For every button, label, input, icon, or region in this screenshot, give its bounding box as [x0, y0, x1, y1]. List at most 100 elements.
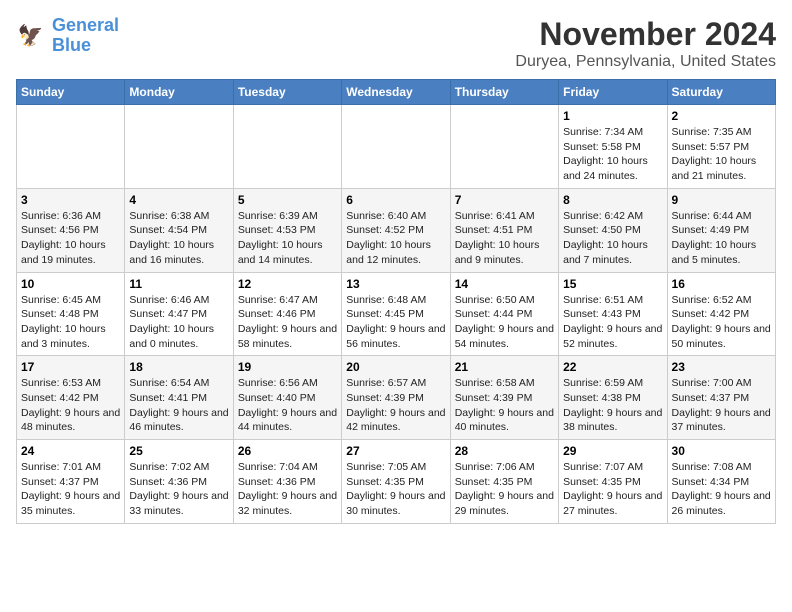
weekday-header-row: SundayMondayTuesdayWednesdayThursdayFrid… [17, 80, 776, 105]
day-info: Sunrise: 6:53 AM Sunset: 4:42 PM Dayligh… [21, 376, 120, 435]
day-info: Sunrise: 6:45 AM Sunset: 4:48 PM Dayligh… [21, 293, 120, 352]
weekday-saturday: Saturday [667, 80, 775, 105]
calendar-cell: 15Sunrise: 6:51 AM Sunset: 4:43 PM Dayli… [559, 272, 667, 356]
header: 🦅 General Blue November 2024 Duryea, Pen… [16, 16, 776, 71]
calendar-body: 1 Sunrise: 7:34 AM Sunset: 5:58 PM Daylig… [17, 105, 776, 524]
calendar-cell: 22Sunrise: 6:59 AM Sunset: 4:38 PM Dayli… [559, 356, 667, 440]
day-number: 3 [21, 193, 120, 207]
calendar-cell: 16 Sunrise: 6:52 AM Sunset: 4:42 PM Dayli… [667, 272, 775, 356]
day-number: 15 [563, 277, 662, 291]
logo: 🦅 General Blue [16, 16, 119, 56]
calendar-cell: 23 Sunrise: 7:00 AM Sunset: 4:37 PM Dayli… [667, 356, 775, 440]
calendar-cell: 9 Sunrise: 6:44 AM Sunset: 4:49 PM Daylig… [667, 188, 775, 272]
calendar-cell: 25 Sunrise: 7:02 AM Sunset: 4:36 PM Dayli… [125, 440, 233, 524]
title-area: November 2024 Duryea, Pennsylvania, Unit… [515, 16, 776, 71]
calendar-cell: 2 Sunrise: 7:35 AM Sunset: 5:57 PM Daylig… [667, 105, 775, 189]
calendar-cell: 1 Sunrise: 7:34 AM Sunset: 5:58 PM Daylig… [559, 105, 667, 189]
calendar: SundayMondayTuesdayWednesdayThursdayFrid… [16, 79, 776, 524]
calendar-cell: 27 Sunrise: 7:05 AM Sunset: 4:35 PM Dayli… [342, 440, 450, 524]
calendar-cell: 21Sunrise: 6:58 AM Sunset: 4:39 PM Dayli… [450, 356, 558, 440]
calendar-cell [125, 105, 233, 189]
day-number: 6 [346, 193, 445, 207]
day-number: 24 [21, 444, 120, 458]
day-info: Sunrise: 6:44 AM Sunset: 4:49 PM Dayligh… [672, 209, 771, 268]
day-number: 29 [563, 444, 662, 458]
day-info: Sunrise: 7:35 AM Sunset: 5:57 PM Dayligh… [672, 125, 771, 184]
day-number: 13 [346, 277, 445, 291]
day-info: Sunrise: 6:52 AM Sunset: 4:42 PM Dayligh… [672, 293, 771, 352]
calendar-cell: 30Sunrise: 7:08 AM Sunset: 4:34 PM Dayli… [667, 440, 775, 524]
calendar-cell: 6 Sunrise: 6:40 AM Sunset: 4:52 PM Daylig… [342, 188, 450, 272]
logo-bird-icon: 🦅 [16, 20, 48, 52]
day-info: Sunrise: 7:04 AM Sunset: 4:36 PM Dayligh… [238, 460, 337, 519]
day-number: 11 [129, 277, 228, 291]
calendar-cell: 26 Sunrise: 7:04 AM Sunset: 4:36 PM Dayli… [233, 440, 341, 524]
day-number: 19 [238, 360, 337, 374]
calendar-cell [233, 105, 341, 189]
day-info: Sunrise: 7:06 AM Sunset: 4:35 PM Dayligh… [455, 460, 554, 519]
calendar-cell: 19 Sunrise: 6:56 AM Sunset: 4:40 PM Dayli… [233, 356, 341, 440]
day-number: 10 [21, 277, 120, 291]
calendar-cell: 18Sunrise: 6:54 AM Sunset: 4:41 PM Dayli… [125, 356, 233, 440]
day-info: Sunrise: 6:59 AM Sunset: 4:38 PM Dayligh… [563, 376, 662, 435]
day-number: 26 [238, 444, 337, 458]
day-number: 2 [672, 109, 771, 123]
calendar-cell: 29 Sunrise: 7:07 AM Sunset: 4:35 PM Dayli… [559, 440, 667, 524]
day-number: 20 [346, 360, 445, 374]
calendar-cell: 17 Sunrise: 6:53 AM Sunset: 4:42 PM Dayli… [17, 356, 125, 440]
day-info: Sunrise: 6:38 AM Sunset: 4:54 PM Dayligh… [129, 209, 228, 268]
day-info: Sunrise: 7:02 AM Sunset: 4:36 PM Dayligh… [129, 460, 228, 519]
week-row-4: 17 Sunrise: 6:53 AM Sunset: 4:42 PM Dayli… [17, 356, 776, 440]
weekday-friday: Friday [559, 80, 667, 105]
day-number: 1 [563, 109, 662, 123]
day-info: Sunrise: 7:07 AM Sunset: 4:35 PM Dayligh… [563, 460, 662, 519]
calendar-cell: 7Sunrise: 6:41 AM Sunset: 4:51 PM Daylig… [450, 188, 558, 272]
calendar-cell: 14Sunrise: 6:50 AM Sunset: 4:44 PM Dayli… [450, 272, 558, 356]
calendar-cell [17, 105, 125, 189]
day-number: 9 [672, 193, 771, 207]
day-number: 25 [129, 444, 228, 458]
calendar-cell: 24 Sunrise: 7:01 AM Sunset: 4:37 PM Dayli… [17, 440, 125, 524]
calendar-cell: 20 Sunrise: 6:57 AM Sunset: 4:39 PM Dayli… [342, 356, 450, 440]
weekday-tuesday: Tuesday [233, 80, 341, 105]
day-info: Sunrise: 6:57 AM Sunset: 4:39 PM Dayligh… [346, 376, 445, 435]
day-info: Sunrise: 6:39 AM Sunset: 4:53 PM Dayligh… [238, 209, 337, 268]
calendar-cell: 13 Sunrise: 6:48 AM Sunset: 4:45 PM Dayli… [342, 272, 450, 356]
weekday-sunday: Sunday [17, 80, 125, 105]
day-info: Sunrise: 6:40 AM Sunset: 4:52 PM Dayligh… [346, 209, 445, 268]
day-info: Sunrise: 7:00 AM Sunset: 4:37 PM Dayligh… [672, 376, 771, 435]
calendar-cell: 10 Sunrise: 6:45 AM Sunset: 4:48 PM Dayli… [17, 272, 125, 356]
day-info: Sunrise: 6:46 AM Sunset: 4:47 PM Dayligh… [129, 293, 228, 352]
day-info: Sunrise: 6:54 AM Sunset: 4:41 PM Dayligh… [129, 376, 228, 435]
month-title: November 2024 [515, 16, 776, 53]
day-info: Sunrise: 6:42 AM Sunset: 4:50 PM Dayligh… [563, 209, 662, 268]
day-info: Sunrise: 7:34 AM Sunset: 5:58 PM Dayligh… [563, 125, 662, 184]
day-number: 8 [563, 193, 662, 207]
day-info: Sunrise: 7:05 AM Sunset: 4:35 PM Dayligh… [346, 460, 445, 519]
calendar-cell [450, 105, 558, 189]
weekday-monday: Monday [125, 80, 233, 105]
calendar-cell: 12 Sunrise: 6:47 AM Sunset: 4:46 PM Dayli… [233, 272, 341, 356]
day-number: 12 [238, 277, 337, 291]
day-number: 16 [672, 277, 771, 291]
day-info: Sunrise: 6:48 AM Sunset: 4:45 PM Dayligh… [346, 293, 445, 352]
day-number: 14 [455, 277, 554, 291]
day-number: 30 [672, 444, 771, 458]
week-row-5: 24 Sunrise: 7:01 AM Sunset: 4:37 PM Dayli… [17, 440, 776, 524]
week-row-1: 1 Sunrise: 7:34 AM Sunset: 5:58 PM Daylig… [17, 105, 776, 189]
day-info: Sunrise: 7:01 AM Sunset: 4:37 PM Dayligh… [21, 460, 120, 519]
logo-line1: General [52, 15, 119, 35]
calendar-cell: 28Sunrise: 7:06 AM Sunset: 4:35 PM Dayli… [450, 440, 558, 524]
calendar-cell: 4Sunrise: 6:38 AM Sunset: 4:54 PM Daylig… [125, 188, 233, 272]
day-info: Sunrise: 6:47 AM Sunset: 4:46 PM Dayligh… [238, 293, 337, 352]
day-info: Sunrise: 6:56 AM Sunset: 4:40 PM Dayligh… [238, 376, 337, 435]
day-number: 17 [21, 360, 120, 374]
calendar-header: SundayMondayTuesdayWednesdayThursdayFrid… [17, 80, 776, 105]
day-info: Sunrise: 6:58 AM Sunset: 4:39 PM Dayligh… [455, 376, 554, 435]
day-number: 27 [346, 444, 445, 458]
location: Duryea, Pennsylvania, United States [515, 53, 776, 71]
day-number: 23 [672, 360, 771, 374]
calendar-cell: 3Sunrise: 6:36 AM Sunset: 4:56 PM Daylig… [17, 188, 125, 272]
logo-text: General Blue [52, 16, 119, 56]
day-number: 5 [238, 193, 337, 207]
